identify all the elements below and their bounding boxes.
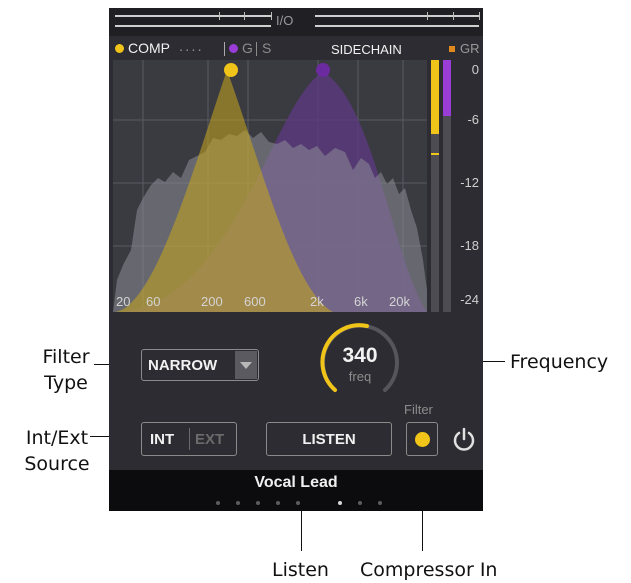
- compressor-in-led-icon: [414, 431, 430, 447]
- preset-footer: Vocal Lead: [109, 470, 483, 511]
- callout-filter-type: Filter Type: [34, 344, 98, 396]
- source-toggle[interactable]: INT EXT: [141, 422, 237, 456]
- output-meter-tick: [479, 12, 480, 20]
- output-meter-tick: [453, 12, 454, 20]
- freq-label-20: 20: [116, 294, 131, 309]
- comp-tab[interactable]: COMP: [128, 40, 170, 56]
- filter-type-value: NARROW: [148, 356, 218, 374]
- output-meter-right: [315, 25, 479, 27]
- gr-label: GR: [460, 41, 480, 56]
- input-meter-left: [115, 15, 271, 17]
- gr-tick-18: -18: [460, 238, 479, 253]
- page-dot[interactable]: [378, 501, 382, 505]
- frequency-value: 340: [342, 344, 378, 367]
- source-divider: [189, 428, 190, 450]
- gr-tick-6: -6: [467, 112, 479, 127]
- power-icon[interactable]: [451, 426, 477, 452]
- input-meter-tick: [271, 12, 272, 20]
- page-dot[interactable]: [296, 501, 300, 505]
- callout-source: Int/Ext Source: [18, 425, 96, 477]
- filter-label: Filter: [404, 402, 433, 417]
- freq-label-60: 60: [146, 294, 161, 309]
- sidechain-label: SIDECHAIN: [331, 42, 402, 57]
- gr-meter-fill-purple: [443, 60, 451, 116]
- graph-header: COMP .... G S SIDECHAIN GR: [109, 38, 483, 60]
- gr-scale: 0 -6 -12 -18 -24: [457, 60, 479, 312]
- page-dot[interactable]: [276, 501, 280, 505]
- callout-frequency: Frequency: [510, 351, 609, 373]
- callout-source-line1: Int/Ext: [25, 427, 89, 449]
- gr-tick-12: -12: [460, 175, 479, 190]
- s-toggle[interactable]: S: [262, 40, 271, 56]
- callout-compressor-in: Compressor In: [360, 559, 498, 581]
- input-meter-right: [115, 25, 271, 27]
- io-meter-bar: I/O: [109, 8, 483, 36]
- spectrum-svg: [113, 60, 427, 312]
- freq-label-20k: 20k: [389, 294, 410, 309]
- sidechain-frequency-handle: [316, 63, 330, 77]
- comp-dot-icon: [115, 44, 124, 53]
- page-dot[interactable]: [358, 501, 362, 505]
- gr-tick-24: -24: [460, 292, 479, 307]
- spectrum-graph[interactable]: 20 60 200 600 2k 6k 20k: [113, 60, 427, 312]
- freq-label-2k: 2k: [310, 294, 324, 309]
- g-s-divider: [256, 42, 257, 56]
- frequency-knob[interactable]: 340 freq: [318, 320, 402, 404]
- comp-dots: ....: [179, 38, 204, 55]
- comp-frequency-handle: [224, 63, 238, 77]
- callout-source-line2: Source: [24, 453, 90, 475]
- io-label: I/O: [276, 13, 294, 28]
- gr-meter-fill-yellow: [431, 60, 439, 134]
- g-toggle[interactable]: G: [242, 40, 253, 56]
- callout-filter-type-line1: Filter: [42, 346, 90, 368]
- preset-name[interactable]: Vocal Lead: [109, 474, 483, 492]
- header-divider: [224, 42, 225, 56]
- source-int-option[interactable]: INT: [150, 431, 174, 448]
- frequency-unit: freq: [348, 369, 372, 384]
- gr-tick-0: 0: [471, 62, 479, 77]
- gr-square-icon: [449, 46, 455, 52]
- compressor-in-button[interactable]: [406, 422, 438, 456]
- freq-label-600: 600: [244, 294, 266, 309]
- gain-reduction-meter: [431, 60, 455, 312]
- listen-button[interactable]: LISTEN: [266, 422, 392, 456]
- callout-filter-type-line2: Type: [44, 372, 88, 394]
- freq-label-6k: 6k: [354, 294, 368, 309]
- input-meter-tick: [244, 12, 245, 20]
- page-dot[interactable]: [216, 501, 220, 505]
- sidechain-dot-icon: [229, 44, 238, 53]
- source-ext-option[interactable]: EXT: [195, 431, 224, 448]
- output-meter-left: [315, 15, 479, 17]
- freq-label-200: 200: [201, 294, 223, 309]
- input-meter-tick: [219, 12, 220, 20]
- callout-listen: Listen: [272, 559, 329, 581]
- compressor-plugin-panel: I/O COMP .... G S SIDECHAIN GR 20 60 200…: [109, 8, 483, 511]
- page-dot[interactable]: [236, 501, 240, 505]
- chevron-down-icon[interactable]: [235, 351, 257, 379]
- page-dot[interactable]: [256, 501, 260, 505]
- output-meter-tick: [427, 12, 428, 20]
- gr-meter-peak-mark: [431, 153, 439, 155]
- page-dot-active[interactable]: [338, 501, 342, 505]
